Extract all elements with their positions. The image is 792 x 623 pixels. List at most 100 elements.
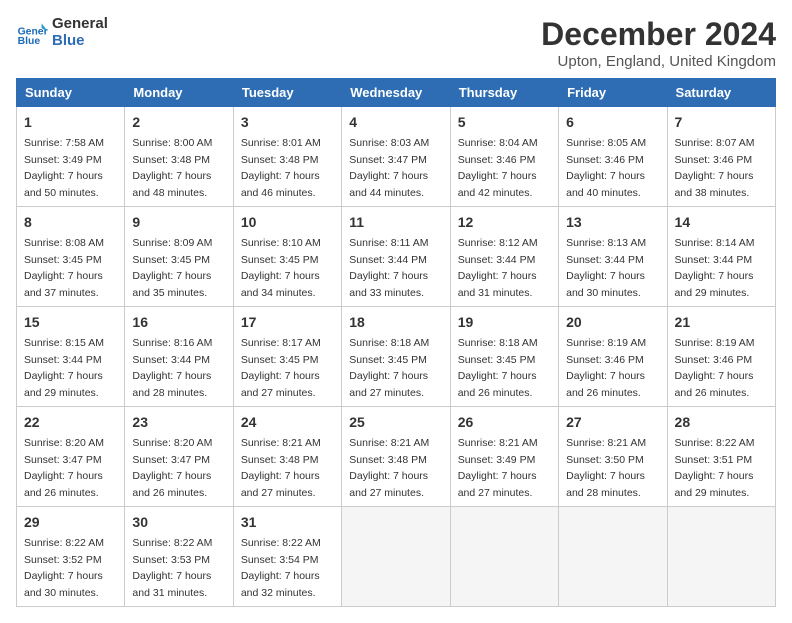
table-row: 26 Sunrise: 8:21 AMSunset: 3:49 PMDayligh…: [450, 407, 558, 507]
table-row: 22Sunrise: 8:20 AMSunset: 3:47 PMDayligh…: [17, 407, 125, 507]
logo-icon: General Blue: [16, 17, 48, 49]
calendar-week-row: 22Sunrise: 8:20 AMSunset: 3:47 PMDayligh…: [17, 407, 776, 507]
day-number: 28: [675, 412, 768, 433]
day-number: 31: [241, 512, 334, 533]
table-row: 12 Sunrise: 8:12 AMSunset: 3:44 PMDayligh…: [450, 207, 558, 307]
col-saturday: Saturday: [667, 79, 775, 107]
day-info: Sunrise: 8:22 AMSunset: 3:53 PMDaylight:…: [132, 537, 212, 599]
day-number: 14: [675, 212, 768, 233]
day-number: 13: [566, 212, 659, 233]
table-row: 11Sunrise: 8:11 AMSunset: 3:44 PMDayligh…: [342, 207, 450, 307]
calendar-week-row: 1Sunrise: 7:58 AMSunset: 3:49 PMDaylight…: [17, 107, 776, 207]
calendar-table: Sunday Monday Tuesday Wednesday Thursday…: [16, 78, 776, 607]
day-info: Sunrise: 8:08 AMSunset: 3:45 PMDaylight:…: [24, 237, 104, 299]
day-number: 16: [132, 312, 225, 333]
col-tuesday: Tuesday: [233, 79, 341, 107]
table-row: 2 Sunrise: 8:00 AMSunset: 3:48 PMDaylight…: [125, 107, 233, 207]
day-number: 3: [241, 112, 334, 133]
col-wednesday: Wednesday: [342, 79, 450, 107]
logo-line1: General: [52, 16, 108, 33]
day-info: Sunrise: 8:15 AMSunset: 3:44 PMDaylight:…: [24, 337, 104, 399]
day-info: Sunrise: 8:20 AMSunset: 3:47 PMDaylight:…: [132, 437, 212, 499]
day-number: 18: [349, 312, 442, 333]
table-row: 15 Sunrise: 8:15 AMSunset: 3:44 PMDayligh…: [17, 307, 125, 407]
table-row: 7 Sunrise: 8:07 AMSunset: 3:46 PMDaylight…: [667, 107, 775, 207]
day-info: Sunrise: 8:14 AMSunset: 3:44 PMDaylight:…: [675, 237, 755, 299]
day-number: 21: [675, 312, 768, 333]
table-row: 31 Sunrise: 8:22 AMSunset: 3:54 PMDayligh…: [233, 507, 341, 607]
day-info: Sunrise: 8:21 AMSunset: 3:49 PMDaylight:…: [458, 437, 538, 499]
day-number: 26: [458, 412, 551, 433]
day-info: Sunrise: 8:17 AMSunset: 3:45 PMDaylight:…: [241, 337, 321, 399]
day-number: 5: [458, 112, 551, 133]
day-number: 7: [675, 112, 768, 133]
svg-text:Blue: Blue: [18, 36, 41, 47]
day-info: Sunrise: 8:22 AMSunset: 3:52 PMDaylight:…: [24, 537, 104, 599]
day-number: 12: [458, 212, 551, 233]
day-info: Sunrise: 8:05 AMSunset: 3:46 PMDaylight:…: [566, 137, 646, 199]
day-info: Sunrise: 8:04 AMSunset: 3:46 PMDaylight:…: [458, 137, 538, 199]
header-row: Sunday Monday Tuesday Wednesday Thursday…: [17, 79, 776, 107]
day-number: 17: [241, 312, 334, 333]
day-info: Sunrise: 8:07 AMSunset: 3:46 PMDaylight:…: [675, 137, 755, 199]
day-number: 24: [241, 412, 334, 433]
day-info: Sunrise: 8:16 AMSunset: 3:44 PMDaylight:…: [132, 337, 212, 399]
table-row: 18 Sunrise: 8:18 AMSunset: 3:45 PMDayligh…: [342, 307, 450, 407]
day-number: 4: [349, 112, 442, 133]
day-number: 27: [566, 412, 659, 433]
table-row: 1Sunrise: 7:58 AMSunset: 3:49 PMDaylight…: [17, 107, 125, 207]
calendar-week-row: 8Sunrise: 8:08 AMSunset: 3:45 PMDaylight…: [17, 207, 776, 307]
table-row: 4 Sunrise: 8:03 AMSunset: 3:47 PMDaylight…: [342, 107, 450, 207]
day-info: Sunrise: 8:22 AMSunset: 3:51 PMDaylight:…: [675, 437, 755, 499]
calendar-week-row: 15 Sunrise: 8:15 AMSunset: 3:44 PMDayligh…: [17, 307, 776, 407]
logo-line2: Blue: [52, 33, 108, 50]
day-number: 10: [241, 212, 334, 233]
day-info: Sunrise: 8:20 AMSunset: 3:47 PMDaylight:…: [24, 437, 104, 499]
day-number: 20: [566, 312, 659, 333]
day-info: Sunrise: 8:18 AMSunset: 3:45 PMDaylight:…: [349, 337, 429, 399]
day-info: Sunrise: 8:11 AMSunset: 3:44 PMDaylight:…: [349, 237, 428, 299]
day-info: Sunrise: 8:18 AMSunset: 3:45 PMDaylight:…: [458, 337, 538, 399]
table-row: [559, 507, 667, 607]
calendar-week-row: 29Sunrise: 8:22 AMSunset: 3:52 PMDayligh…: [17, 507, 776, 607]
table-row: 14 Sunrise: 8:14 AMSunset: 3:44 PMDayligh…: [667, 207, 775, 307]
day-info: Sunrise: 8:00 AMSunset: 3:48 PMDaylight:…: [132, 137, 212, 199]
table-row: 23Sunrise: 8:20 AMSunset: 3:47 PMDayligh…: [125, 407, 233, 507]
table-row: 24 Sunrise: 8:21 AMSunset: 3:48 PMDayligh…: [233, 407, 341, 507]
table-row: 9Sunrise: 8:09 AMSunset: 3:45 PMDaylight…: [125, 207, 233, 307]
col-sunday: Sunday: [17, 79, 125, 107]
table-row: 10 Sunrise: 8:10 AMSunset: 3:45 PMDayligh…: [233, 207, 341, 307]
day-info: Sunrise: 8:12 AMSunset: 3:44 PMDaylight:…: [458, 237, 538, 299]
day-info: Sunrise: 8:22 AMSunset: 3:54 PMDaylight:…: [241, 537, 321, 599]
day-info: Sunrise: 8:01 AMSunset: 3:48 PMDaylight:…: [241, 137, 321, 199]
day-info: Sunrise: 8:19 AMSunset: 3:46 PMDaylight:…: [675, 337, 755, 399]
col-thursday: Thursday: [450, 79, 558, 107]
table-row: 8Sunrise: 8:08 AMSunset: 3:45 PMDaylight…: [17, 207, 125, 307]
day-info: Sunrise: 8:03 AMSunset: 3:47 PMDaylight:…: [349, 137, 429, 199]
day-number: 30: [132, 512, 225, 533]
day-info: Sunrise: 8:21 AMSunset: 3:50 PMDaylight:…: [566, 437, 646, 499]
table-row: 21 Sunrise: 8:19 AMSunset: 3:46 PMDayligh…: [667, 307, 775, 407]
day-number: 2: [132, 112, 225, 133]
day-info: Sunrise: 8:10 AMSunset: 3:45 PMDaylight:…: [241, 237, 321, 299]
table-row: 29Sunrise: 8:22 AMSunset: 3:52 PMDayligh…: [17, 507, 125, 607]
location-title: Upton, England, United Kingdom: [541, 53, 776, 70]
table-row: 28 Sunrise: 8:22 AMSunset: 3:51 PMDayligh…: [667, 407, 775, 507]
logo: General Blue General Blue: [16, 16, 108, 49]
table-row: 30 Sunrise: 8:22 AMSunset: 3:53 PMDayligh…: [125, 507, 233, 607]
day-info: Sunrise: 8:19 AMSunset: 3:46 PMDaylight:…: [566, 337, 646, 399]
day-number: 15: [24, 312, 117, 333]
table-row: [667, 507, 775, 607]
title-block: December 2024 Upton, England, United Kin…: [541, 16, 776, 70]
day-number: 6: [566, 112, 659, 133]
table-row: 13 Sunrise: 8:13 AMSunset: 3:44 PMDayligh…: [559, 207, 667, 307]
col-friday: Friday: [559, 79, 667, 107]
day-info: Sunrise: 8:21 AMSunset: 3:48 PMDaylight:…: [241, 437, 321, 499]
table-row: 5 Sunrise: 8:04 AMSunset: 3:46 PMDaylight…: [450, 107, 558, 207]
table-row: 27 Sunrise: 8:21 AMSunset: 3:50 PMDayligh…: [559, 407, 667, 507]
day-number: 1: [24, 112, 117, 133]
day-info: Sunrise: 8:13 AMSunset: 3:44 PMDaylight:…: [566, 237, 646, 299]
table-row: 3 Sunrise: 8:01 AMSunset: 3:48 PMDaylight…: [233, 107, 341, 207]
table-row: 25Sunrise: 8:21 AMSunset: 3:48 PMDayligh…: [342, 407, 450, 507]
day-number: 19: [458, 312, 551, 333]
